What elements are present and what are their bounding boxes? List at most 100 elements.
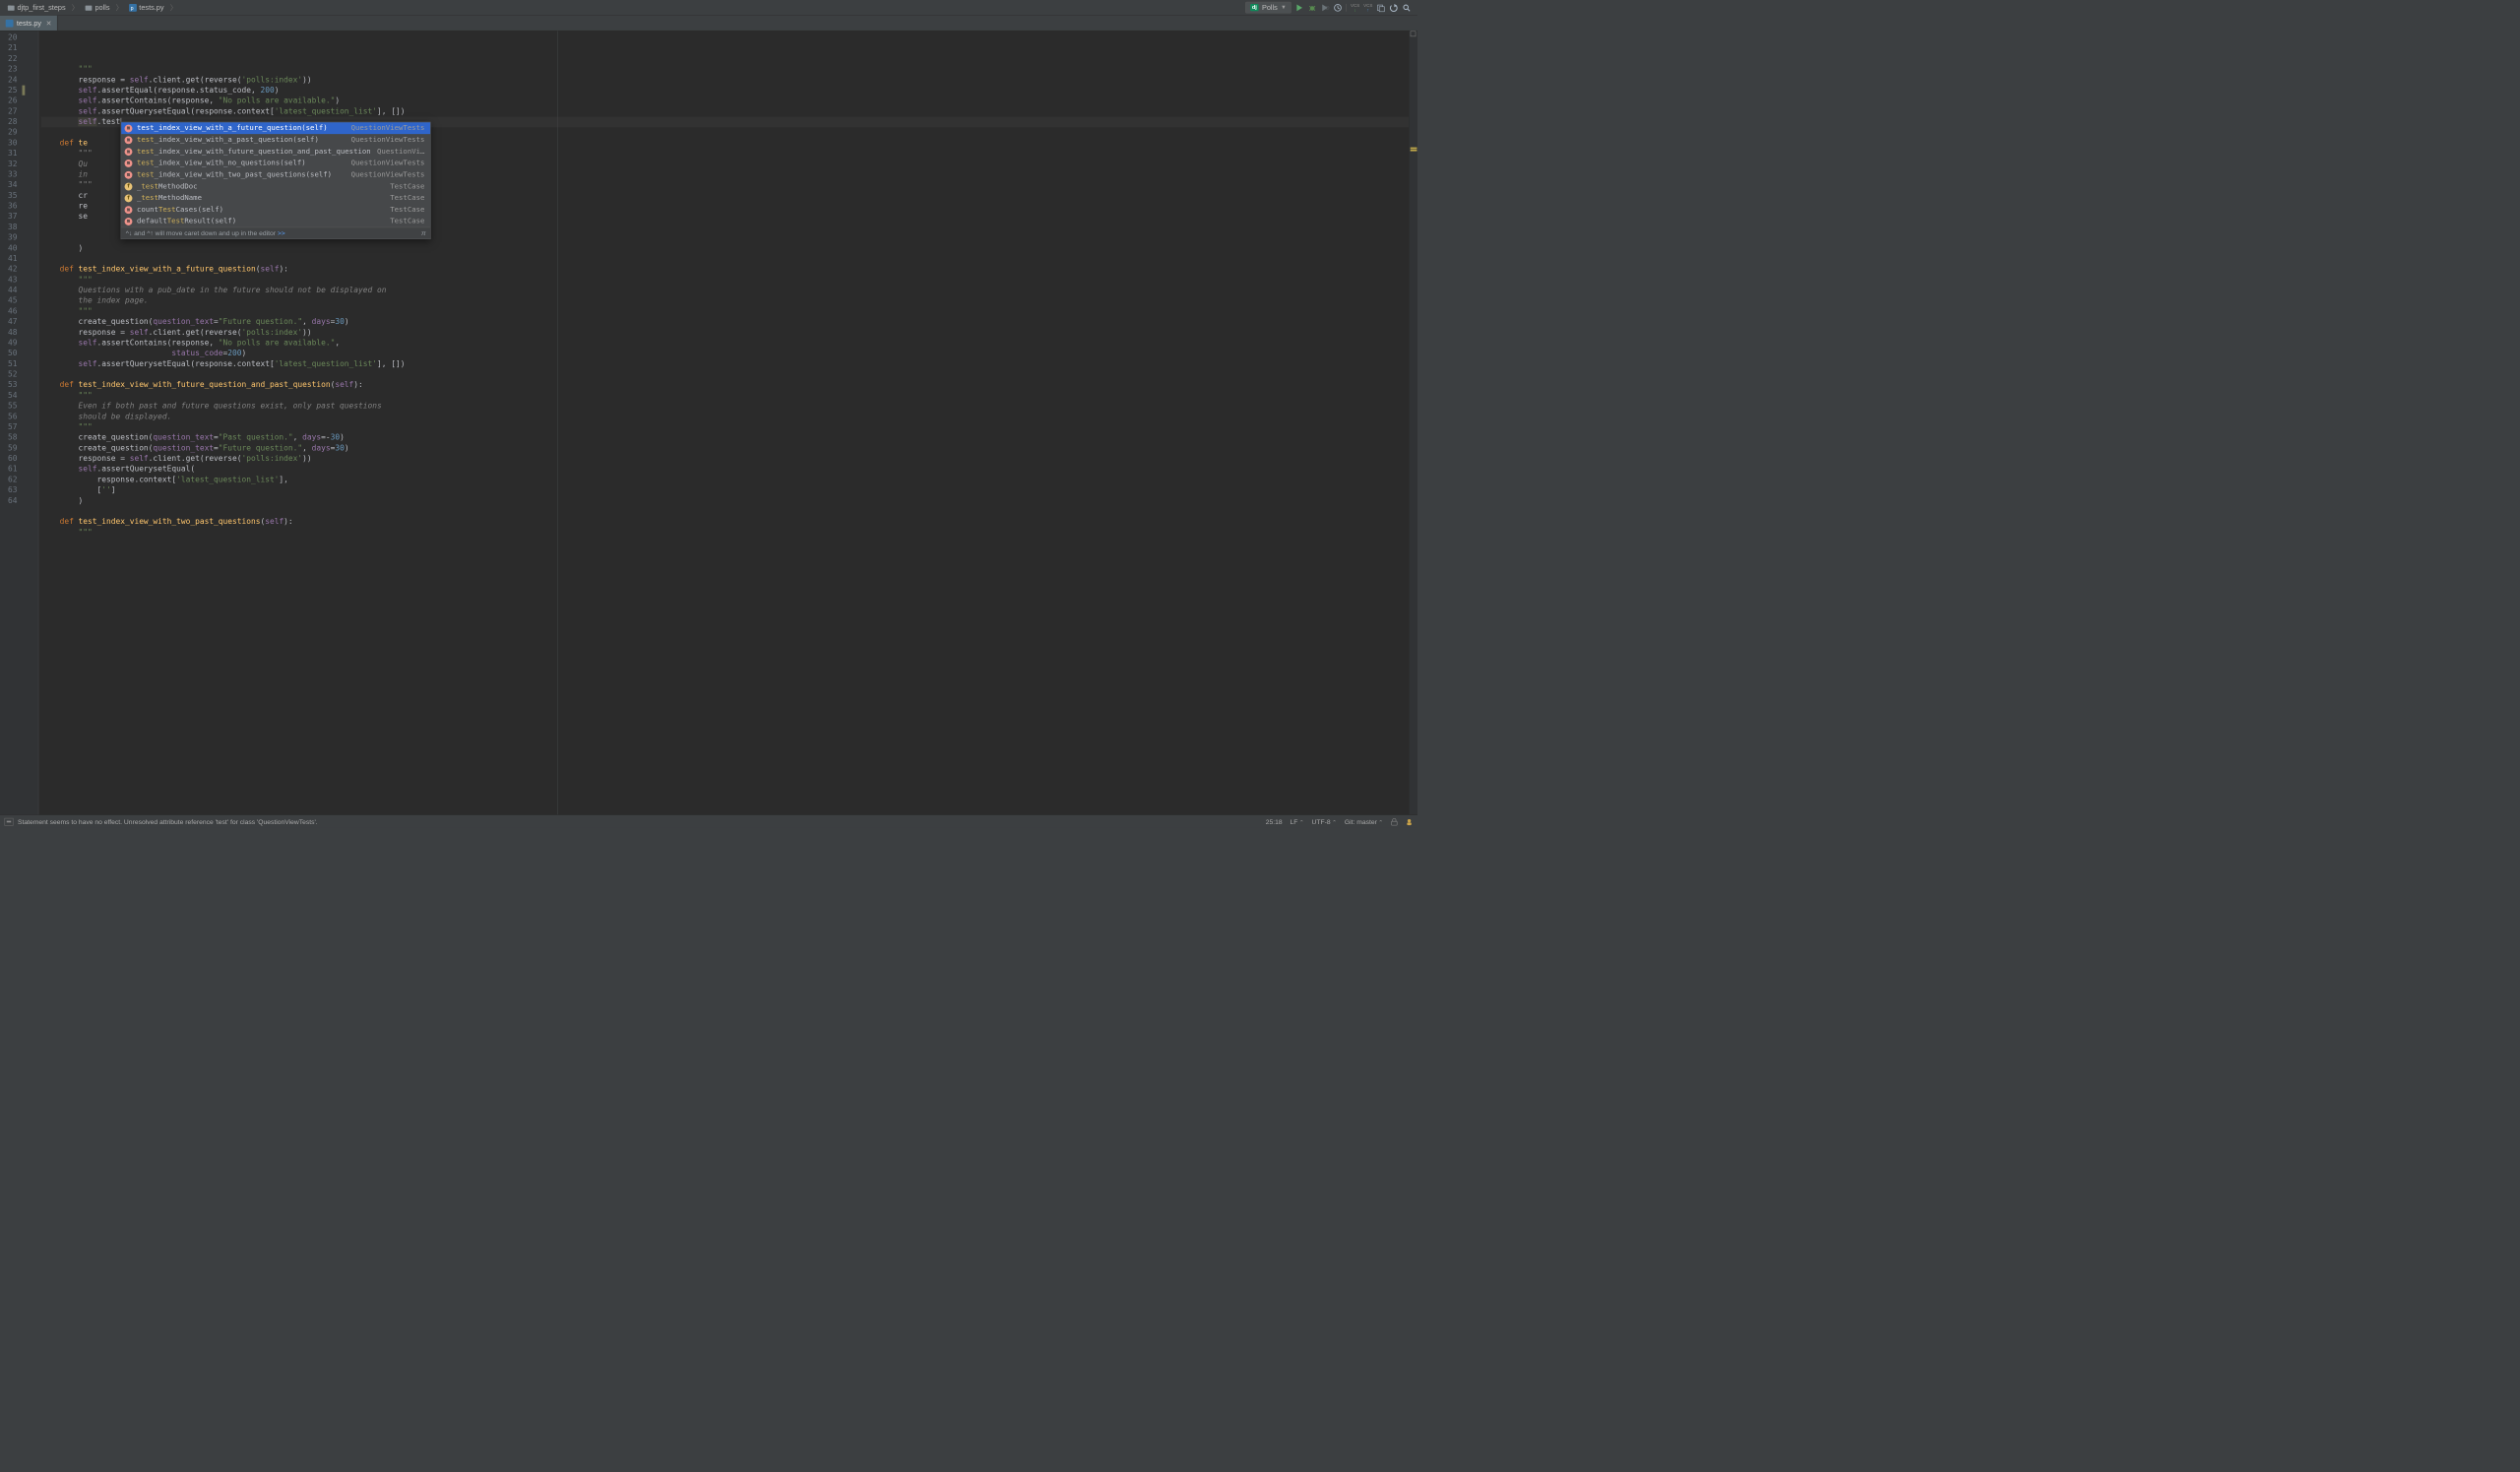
breadcrumb-folder[interactable]: polls [81, 2, 113, 14]
line-number[interactable]: 56 [0, 412, 23, 422]
run-configuration-selector[interactable]: dj Polls ▼ [1245, 2, 1292, 14]
code-line[interactable]: should be displayed. [41, 412, 1418, 422]
code-line[interactable]: the index page. [41, 295, 1418, 306]
line-separator-widget[interactable]: LF ⌃ [1291, 818, 1304, 826]
line-number[interactable]: 23 [0, 64, 23, 75]
code-line[interactable]: """ [41, 528, 1418, 539]
close-icon[interactable]: ✕ [46, 19, 52, 27]
vcs-commit-button[interactable]: VCS ↑ [1363, 3, 1372, 12]
completion-item[interactable]: mtest_index_view_with_two_past_questions… [121, 169, 430, 181]
error-stripe[interactable] [1409, 32, 1418, 815]
code-line[interactable]: """ [41, 275, 1418, 286]
code-line[interactable]: create_question(question_text="Past ques… [41, 432, 1418, 443]
line-number[interactable]: 55 [0, 401, 23, 412]
line-number[interactable]: 41 [0, 254, 23, 265]
breadcrumb-project[interactable]: djtp_first_steps [3, 2, 69, 14]
line-number[interactable]: 61 [0, 464, 23, 475]
line-number[interactable]: 37 [0, 212, 23, 223]
completion-item[interactable]: mtest_index_view_with_no_questions(self)… [121, 158, 430, 169]
line-number[interactable]: 36 [0, 201, 23, 212]
read-only-toggle[interactable] [1391, 818, 1398, 826]
code-line[interactable]: self.assertContains(response, "No polls … [41, 338, 1418, 349]
completion-item[interactable]: mtest_index_view_with_a_future_question(… [121, 122, 430, 134]
line-number[interactable]: 63 [0, 485, 23, 496]
line-number[interactable]: 60 [0, 454, 23, 465]
line-number[interactable]: 30 [0, 138, 23, 149]
fold-gutter[interactable] [23, 32, 39, 815]
line-number[interactable]: 48 [0, 327, 23, 338]
code-line[interactable]: def test_index_view_with_future_question… [41, 380, 1418, 391]
code-line[interactable]: response = self.client.get(reverse('poll… [41, 454, 1418, 465]
line-number[interactable]: 38 [0, 223, 23, 233]
line-number[interactable]: 33 [0, 169, 23, 180]
line-number[interactable]: 50 [0, 349, 23, 359]
code-line[interactable]: create_question(question_text="Future qu… [41, 443, 1418, 454]
completion-item[interactable]: f_testMethodDocTestCase [121, 180, 430, 192]
code-line[interactable]: Even if both past and future questions e… [41, 401, 1418, 412]
line-number[interactable]: 22 [0, 54, 23, 65]
code-line[interactable]: self.assertEqual(response.status_code, 2… [41, 86, 1418, 96]
revert-icon[interactable] [1389, 3, 1398, 12]
line-number[interactable]: 46 [0, 306, 23, 317]
tool-window-toggle[interactable] [5, 818, 14, 826]
line-number[interactable]: 28 [0, 117, 23, 128]
code-line[interactable]: response = self.client.get(reverse('poll… [41, 327, 1418, 338]
line-number[interactable]: 27 [0, 106, 23, 117]
profiler-icon[interactable] [1334, 3, 1343, 12]
line-number[interactable]: 47 [0, 317, 23, 328]
line-number[interactable]: 45 [0, 295, 23, 306]
line-number[interactable]: 51 [0, 359, 23, 370]
code-line[interactable]: response = self.client.get(reverse('poll… [41, 75, 1418, 86]
line-number[interactable]: 43 [0, 275, 23, 286]
code-line[interactable]: ) [41, 243, 1418, 254]
code-completion-popup[interactable]: mtest_index_view_with_a_future_question(… [121, 122, 431, 239]
search-icon[interactable] [1402, 3, 1411, 12]
completion-hint-link[interactable]: >> [278, 229, 285, 237]
line-number[interactable]: 44 [0, 286, 23, 296]
code-line[interactable]: def test_index_view_with_two_past_questi… [41, 517, 1418, 528]
line-number[interactable]: 57 [0, 422, 23, 433]
code-line[interactable]: Questions with a pub_date in the future … [41, 286, 1418, 296]
caret-position[interactable]: 25:18 [1266, 818, 1283, 826]
code-line[interactable]: self.assertQuerysetEqual(response.contex… [41, 359, 1418, 370]
breadcrumb-file[interactable]: p tests.py [125, 2, 167, 14]
line-number[interactable]: 52 [0, 369, 23, 380]
line-number[interactable]: 59 [0, 443, 23, 454]
code-line[interactable]: self.assertQuerysetEqual(response.contex… [41, 106, 1418, 117]
code-line[interactable]: """ [41, 391, 1418, 402]
encoding-widget[interactable]: UTF-8 ⌃ [1312, 818, 1337, 826]
line-number[interactable]: 32 [0, 159, 23, 169]
code-line[interactable] [41, 369, 1418, 380]
line-number[interactable]: 24 [0, 75, 23, 86]
line-number[interactable]: 25 [0, 86, 23, 96]
code-line[interactable]: ) [41, 495, 1418, 506]
code-line[interactable] [41, 254, 1418, 265]
code-line[interactable]: """ [41, 64, 1418, 75]
line-number[interactable]: 20 [0, 32, 23, 43]
code-line[interactable]: self.assertQuerysetEqual( [41, 464, 1418, 475]
line-number[interactable]: 64 [0, 495, 23, 506]
code-line[interactable]: """ [41, 306, 1418, 317]
line-number[interactable]: 62 [0, 475, 23, 485]
line-number[interactable]: 26 [0, 96, 23, 106]
git-branch-widget[interactable]: Git: master ⌃ [1345, 818, 1383, 826]
code-line[interactable]: self.assertContains(response, "No polls … [41, 96, 1418, 106]
hector-icon[interactable] [1406, 818, 1414, 826]
line-number-gutter[interactable]: 2021222324252627282930313233343536373839… [0, 32, 23, 815]
inspection-indicator[interactable] [1411, 32, 1417, 37]
code-line[interactable]: response.context['latest_question_list']… [41, 475, 1418, 485]
line-number[interactable]: 31 [0, 149, 23, 160]
code-line[interactable]: def test_index_view_with_a_future_questi… [41, 264, 1418, 275]
debug-icon[interactable] [1308, 3, 1317, 12]
completion-item[interactable]: mtest_index_view_with_future_question_an… [121, 146, 430, 158]
completion-item[interactable]: mtest_index_view_with_a_past_question(se… [121, 134, 430, 146]
run-icon[interactable] [1295, 3, 1304, 12]
line-number[interactable]: 53 [0, 380, 23, 391]
line-number[interactable]: 49 [0, 338, 23, 349]
line-number[interactable]: 35 [0, 191, 23, 202]
line-number[interactable]: 42 [0, 264, 23, 275]
completion-item[interactable]: f_testMethodNameTestCase [121, 192, 430, 204]
completion-item[interactable]: mdefaultTestResult(self)TestCase [121, 216, 430, 227]
code-line[interactable]: """ [41, 422, 1418, 433]
warning-marker[interactable] [1411, 150, 1418, 152]
